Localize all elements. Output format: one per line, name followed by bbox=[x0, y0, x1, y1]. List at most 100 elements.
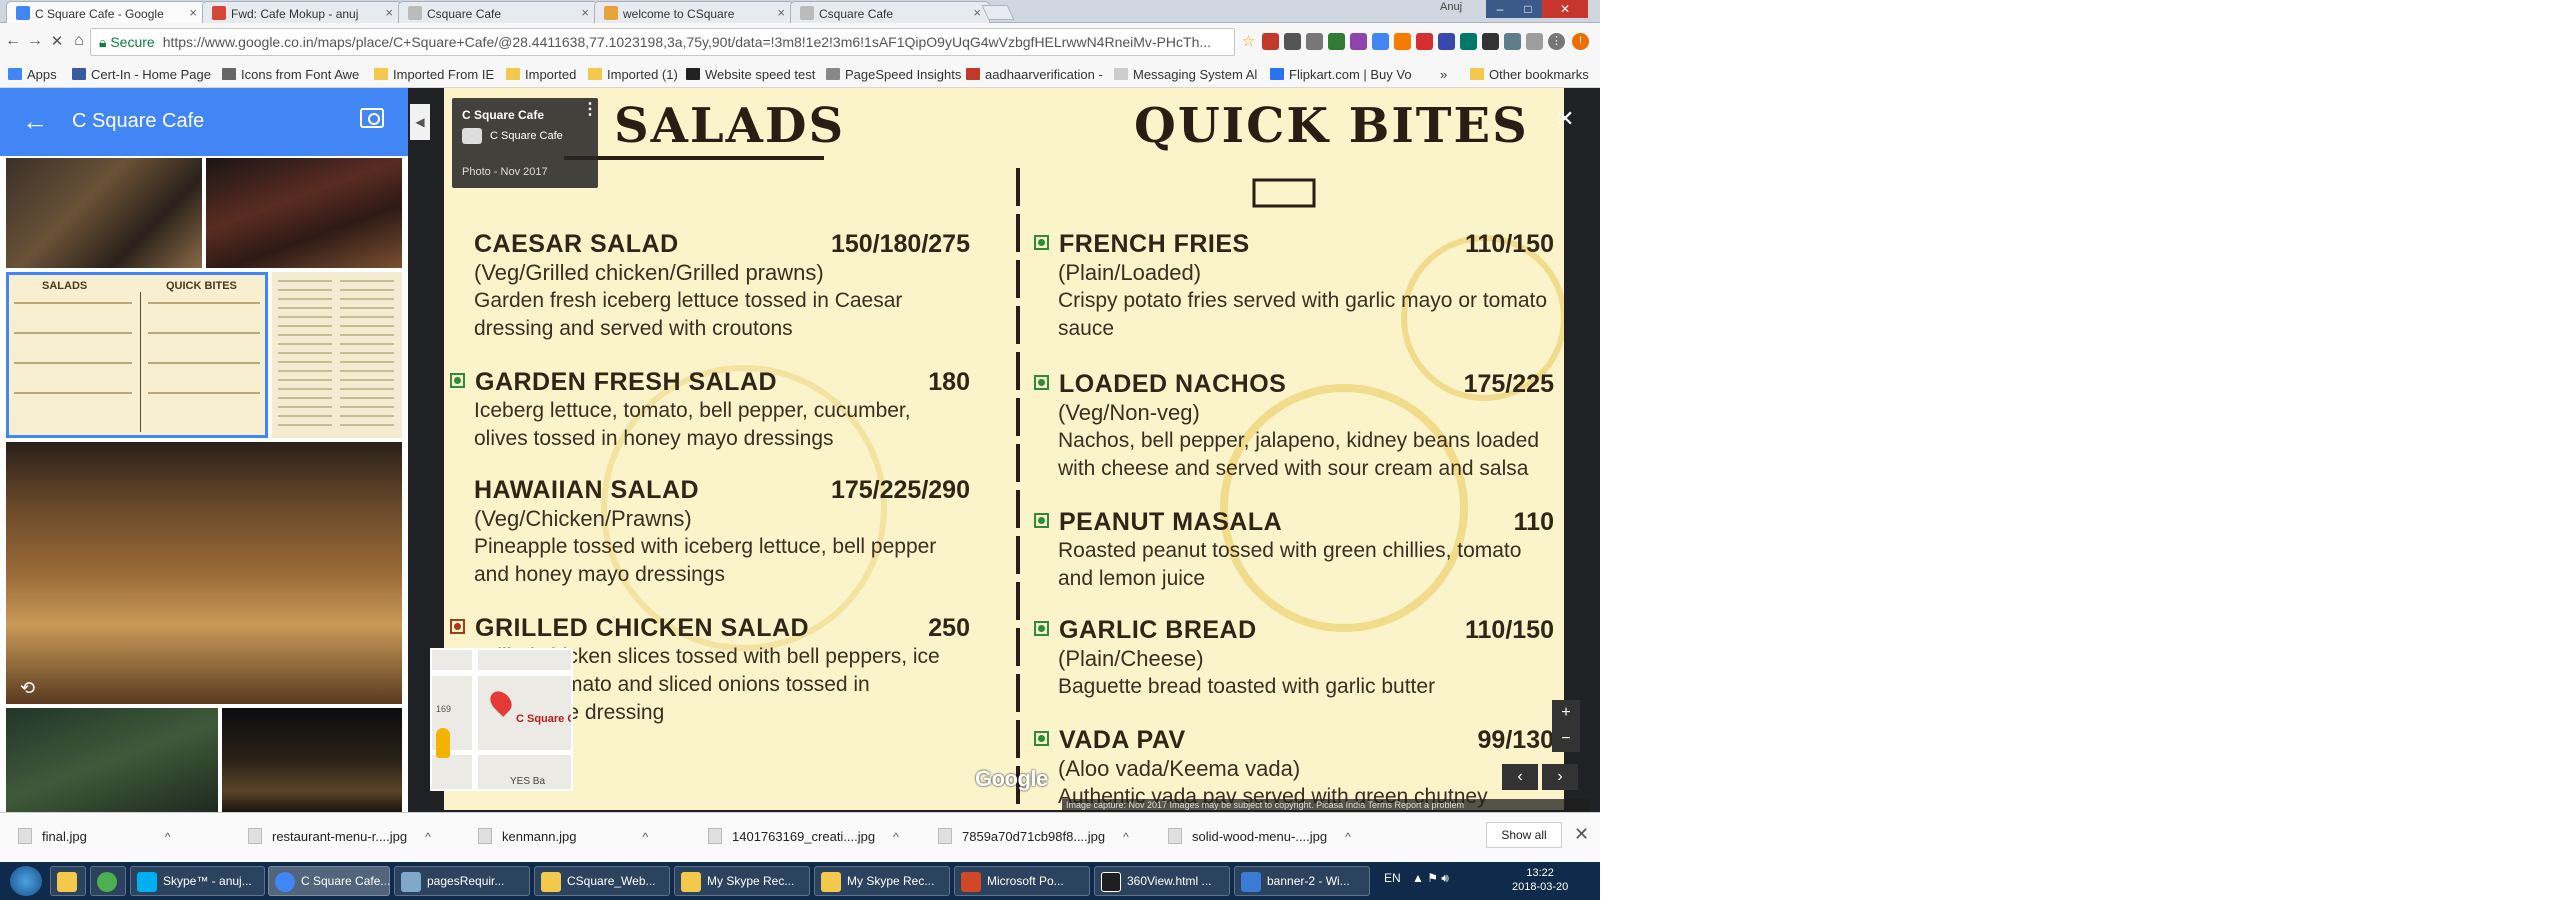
next-photo-button[interactable]: › bbox=[1542, 764, 1578, 790]
language-indicator[interactable]: EN bbox=[1384, 871, 1401, 885]
photo-thumbnail[interactable] bbox=[222, 708, 402, 812]
bookmark-item[interactable]: Messaging System Al bbox=[1114, 67, 1257, 82]
address-bar[interactable]: 🔒︎ Secure https://www.google.co.in/maps/p… bbox=[90, 28, 1235, 56]
clock[interactable]: 13:22 2018-03-20 bbox=[1512, 866, 1568, 894]
download-menu-caret[interactable]: ^ bbox=[165, 830, 171, 844]
download-item[interactable]: final.jpg ^ bbox=[18, 828, 170, 844]
extension-icon[interactable] bbox=[1460, 33, 1477, 50]
star-icon[interactable]: ☆ bbox=[1240, 33, 1257, 50]
alert-icon[interactable]: ! bbox=[1572, 33, 1589, 50]
close-tab-icon[interactable]: × bbox=[777, 5, 785, 20]
extension-icon[interactable] bbox=[1504, 33, 1521, 50]
minimize-icon[interactable]: – bbox=[1486, 0, 1514, 18]
taskbar-item[interactable]: 360View.html ... bbox=[1094, 866, 1230, 896]
extension-icon[interactable] bbox=[1284, 33, 1301, 50]
more-options-icon[interactable]: ⋮ bbox=[582, 102, 598, 118]
bookmark-item[interactable]: aadhaarverification - bbox=[966, 67, 1103, 82]
taskbar-item[interactable]: My Skype Rec... bbox=[814, 866, 950, 896]
zoom-out-button[interactable]: − bbox=[1552, 726, 1580, 752]
photo-thumbnail[interactable] bbox=[6, 158, 202, 268]
download-menu-caret[interactable]: ^ bbox=[1123, 830, 1129, 844]
close-window-icon[interactable]: ✕ bbox=[1542, 0, 1588, 18]
bookmarks-more[interactable]: » bbox=[1440, 67, 1447, 82]
pegman-icon[interactable] bbox=[436, 728, 450, 758]
download-item[interactable]: solid-wood-menu-....jpg ^ bbox=[1168, 828, 1351, 844]
download-menu-caret[interactable]: ^ bbox=[893, 830, 899, 844]
close-viewer-button[interactable]: ✕ bbox=[1556, 106, 1574, 132]
tab-4[interactable]: Csquare Cafe × bbox=[790, 1, 990, 23]
photo-thumbnail[interactable] bbox=[206, 158, 402, 268]
menu-icon[interactable]: ⋮ bbox=[1548, 33, 1565, 50]
taskbar-pinned-explorer[interactable] bbox=[50, 866, 86, 896]
download-menu-caret[interactable]: ^ bbox=[642, 830, 648, 844]
contributor-name[interactable]: C Square Cafe bbox=[490, 130, 563, 142]
bookmark-item[interactable]: Website speed test bbox=[686, 67, 815, 82]
collapse-sidebar-button[interactable]: ◀ bbox=[410, 104, 430, 140]
close-tab-icon[interactable]: × bbox=[581, 5, 589, 20]
mini-map[interactable]: 169 C Square C YES Ba bbox=[430, 648, 573, 791]
image-file-icon bbox=[938, 828, 952, 844]
tab-2[interactable]: Csquare Cafe × bbox=[398, 1, 598, 23]
camera-icon[interactable] bbox=[360, 108, 384, 128]
download-menu-caret[interactable]: ^ bbox=[425, 830, 431, 844]
photo-thumbnail-selected[interactable]: SALADS QUICK BITES bbox=[6, 272, 268, 438]
profile-name[interactable]: Anuj bbox=[1440, 1, 1462, 13]
bookmark-item[interactable]: PageSpeed Insights bbox=[826, 67, 961, 82]
close-downloads-icon[interactable]: ✕ bbox=[1574, 824, 1589, 845]
taskbar-item[interactable]: Microsoft Po... bbox=[954, 866, 1090, 896]
download-menu-caret[interactable]: ^ bbox=[1345, 830, 1351, 844]
extension-icon[interactable] bbox=[1306, 33, 1323, 50]
bookmark-folder[interactable]: Imported bbox=[506, 67, 576, 82]
extension-icon[interactable] bbox=[1526, 33, 1543, 50]
maximize-icon[interactable]: □ bbox=[1514, 0, 1542, 18]
tab-1[interactable]: Fwd: Cafe Mokup - anuj × bbox=[202, 1, 402, 23]
download-item[interactable]: 7859a70d71cb98f8....jpg ^ bbox=[938, 828, 1129, 844]
download-item[interactable]: 1401763169_creati....jpg ^ bbox=[708, 828, 899, 844]
stop-icon[interactable]: ✕ bbox=[46, 32, 68, 50]
photo-thumbnail[interactable] bbox=[6, 708, 218, 812]
bookmark-folder[interactable]: Other bookmarks bbox=[1470, 67, 1589, 82]
back-arrow-icon[interactable]: ← bbox=[22, 106, 48, 137]
previous-photo-button[interactable]: ‹ bbox=[1502, 764, 1538, 790]
taskbar-item[interactable]: Skype™ - anuj... bbox=[130, 866, 265, 896]
photo-thumbnail[interactable]: ⟲ bbox=[6, 442, 402, 704]
extension-icon[interactable] bbox=[1482, 33, 1499, 50]
bookmark-folder[interactable]: Imported (1) bbox=[588, 67, 678, 82]
tray-icons[interactable]: ▲ ⚑ 🔊︎ bbox=[1412, 871, 1449, 886]
photo-thumbnail[interactable] bbox=[272, 272, 402, 438]
show-all-downloads-button[interactable]: Show all bbox=[1486, 822, 1562, 848]
bookmark-folder[interactable]: Imported From IE bbox=[374, 67, 494, 82]
bookmark-item[interactable]: Icons from Font Awe bbox=[222, 67, 359, 82]
extension-icon[interactable] bbox=[1416, 33, 1433, 50]
extension-icon[interactable] bbox=[1372, 33, 1389, 50]
taskbar-item[interactable]: banner-2 - Wi... bbox=[1234, 866, 1370, 896]
bookmark-apps[interactable]: Apps bbox=[8, 67, 57, 82]
extension-icon[interactable] bbox=[1394, 33, 1411, 50]
bookmark-item[interactable]: Flipkart.com | Buy Vo bbox=[1270, 67, 1412, 82]
extension-icon[interactable] bbox=[1328, 33, 1345, 50]
extension-icon[interactable] bbox=[1262, 33, 1279, 50]
taskbar-item[interactable]: CSquare_Web... bbox=[534, 866, 670, 896]
tab-0[interactable]: C Square Cafe - Google × bbox=[6, 1, 206, 24]
taskbar-pinned-chrome[interactable] bbox=[90, 866, 126, 896]
close-tab-icon[interactable]: × bbox=[189, 5, 197, 20]
taskbar-item-active[interactable]: C Square Cafe... bbox=[268, 866, 390, 896]
zoom-in-button[interactable]: + bbox=[1552, 700, 1580, 726]
close-tab-icon[interactable]: × bbox=[385, 5, 393, 20]
home-icon[interactable]: ⌂ bbox=[68, 32, 90, 50]
download-item[interactable]: kenmann.jpg ^ bbox=[478, 828, 648, 844]
start-button[interactable] bbox=[10, 866, 42, 896]
download-item[interactable]: restaurant-menu-r....jpg ^ bbox=[248, 828, 431, 844]
taskbar-item[interactable]: pagesRequir... bbox=[394, 866, 530, 896]
extension-icon[interactable] bbox=[1438, 33, 1455, 50]
back-icon[interactable]: ← bbox=[2, 32, 24, 50]
close-tab-icon[interactable]: × bbox=[973, 5, 981, 20]
bookmark-item[interactable]: Cert-In - Home Page bbox=[72, 67, 211, 82]
item-description: Roasted peanut tossed with green chillie… bbox=[1058, 539, 1522, 590]
extension-icon[interactable] bbox=[1350, 33, 1367, 50]
tab-3[interactable]: welcome to CSquare × bbox=[594, 1, 794, 23]
photo-info-card[interactable]: C Square Cafe ⋮ C Square Cafe Photo - No… bbox=[452, 98, 598, 188]
forward-icon[interactable]: → bbox=[24, 32, 46, 50]
thumbnail-line bbox=[14, 302, 132, 304]
taskbar-item[interactable]: My Skype Rec... bbox=[674, 866, 810, 896]
